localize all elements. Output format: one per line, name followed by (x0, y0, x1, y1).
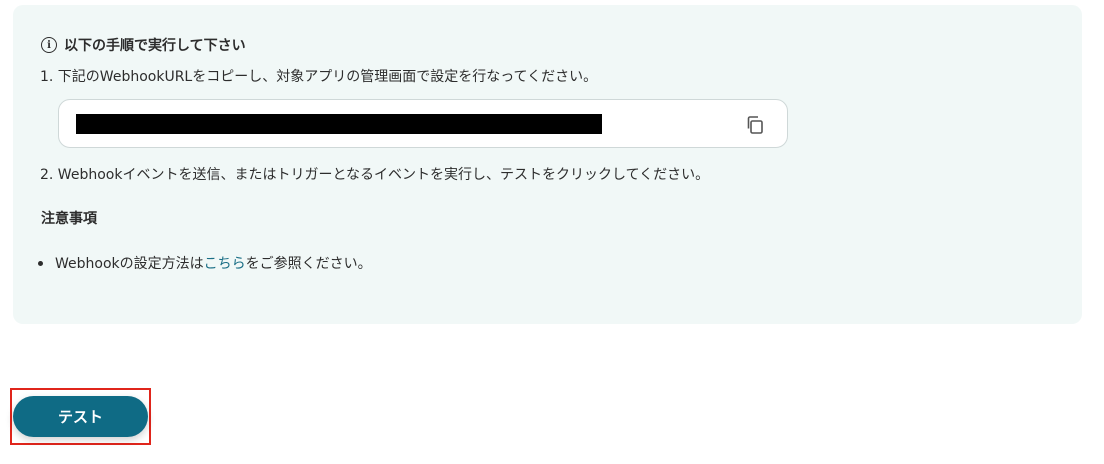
instructions-heading: i 以下の手順で実行して下さい (41, 35, 246, 55)
note-list-item: Webhookの設定方法は こちら をご参照ください。 (38, 253, 372, 273)
step-2-text: 2. Webhookイベントを送信、またはトリガーとなるイベントを実行し、テスト… (40, 167, 710, 183)
notes-title: 注意事項 (41, 211, 97, 227)
note-prefix: Webhookの設定方法は (55, 256, 204, 272)
webhook-url-field[interactable] (58, 99, 788, 148)
instructions-panel: i 以下の手順で実行して下さい 1. 下記のWebhookURLをコピーし、対象… (13, 5, 1082, 324)
test-button[interactable]: テスト (13, 396, 148, 437)
copy-icon[interactable] (745, 115, 765, 135)
webhook-url-redacted (76, 114, 602, 134)
info-icon: i (41, 37, 57, 53)
bullet (38, 260, 43, 266)
step-1-text: 1. 下記のWebhookURLをコピーし、対象アプリの管理画面で設定を行なって… (40, 69, 598, 85)
help-link[interactable]: こちら (204, 253, 246, 273)
heading-text: 以下の手順で実行して下さい (64, 38, 246, 54)
note-suffix: をご参照ください。 (245, 256, 372, 272)
